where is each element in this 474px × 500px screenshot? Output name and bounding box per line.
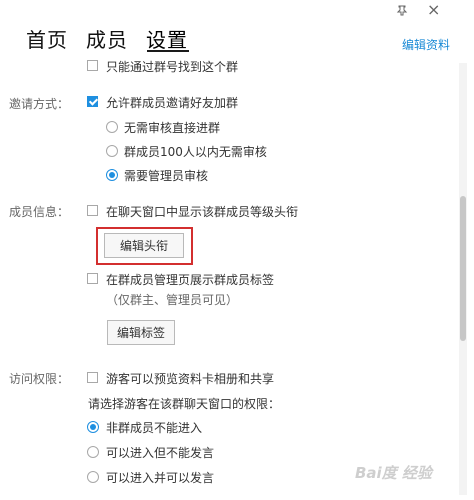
invite-option-label: 无需审核直接进群 (124, 121, 221, 135)
allow-invite-checkbox[interactable] (87, 96, 98, 107)
member-info-section-label: 成员信息： (9, 205, 70, 219)
invite-option-radio-100[interactable] (106, 145, 118, 157)
tab-home[interactable]: 首页 (26, 24, 68, 53)
allow-invite-label: 允许群成员邀请好友加群 (106, 96, 239, 110)
edit-title-button[interactable]: 编辑头衔 (104, 233, 184, 258)
invite-option-radio-direct[interactable] (106, 121, 118, 133)
guest-permission-prompt: 请选择游客在该群聊天窗口的权限： (88, 397, 281, 411)
guest-option-radio-no-speak[interactable] (87, 446, 99, 458)
pin-icon[interactable] (396, 4, 408, 20)
close-icon[interactable]: × (427, 0, 440, 19)
guest-option-label: 非群成员不能进入 (106, 421, 203, 435)
scrollbar-thumb[interactable] (460, 196, 466, 341)
guest-option-label: 可以进入但不能发言 (106, 446, 215, 460)
edit-profile-link[interactable]: 编辑资料 (402, 36, 450, 53)
edit-tags-button[interactable]: 编辑标签 (107, 320, 175, 345)
show-tags-checkbox[interactable] (87, 273, 98, 284)
tab-members[interactable]: 成员 (86, 24, 128, 53)
access-section-label: 访问权限： (9, 372, 70, 386)
guest-option-radio-no-entry[interactable] (87, 421, 99, 433)
invite-option-label: 需要管理员审核 (124, 169, 209, 183)
show-tags-label: 在群成员管理页展示群成员标签 (106, 273, 275, 287)
guest-option-radio-speak[interactable] (87, 471, 99, 483)
invite-option-radio-admin[interactable] (106, 169, 118, 181)
tags-note: （仅群主、管理员可见） (106, 293, 239, 307)
guest-preview-label: 游客可以预览资料卡相册和共享 (106, 372, 275, 386)
tab-settings[interactable]: 设置 (146, 24, 188, 53)
invite-option-label: 群成员100人以内无需审核 (124, 145, 267, 159)
guest-option-label: 可以进入并可以发言 (106, 471, 215, 485)
show-level-title-checkbox[interactable] (87, 205, 98, 216)
find-by-number-label: 只能通过群号找到这个群 (106, 60, 239, 74)
invite-section-label: 邀请方式： (9, 97, 70, 111)
active-tab-indicator (147, 50, 189, 52)
show-level-title-label: 在聊天窗口中显示该群成员等级头衔 (106, 205, 299, 219)
guest-preview-checkbox[interactable] (87, 372, 98, 383)
watermark: Bai度 经验 (355, 464, 432, 482)
find-by-number-checkbox[interactable] (87, 60, 98, 71)
